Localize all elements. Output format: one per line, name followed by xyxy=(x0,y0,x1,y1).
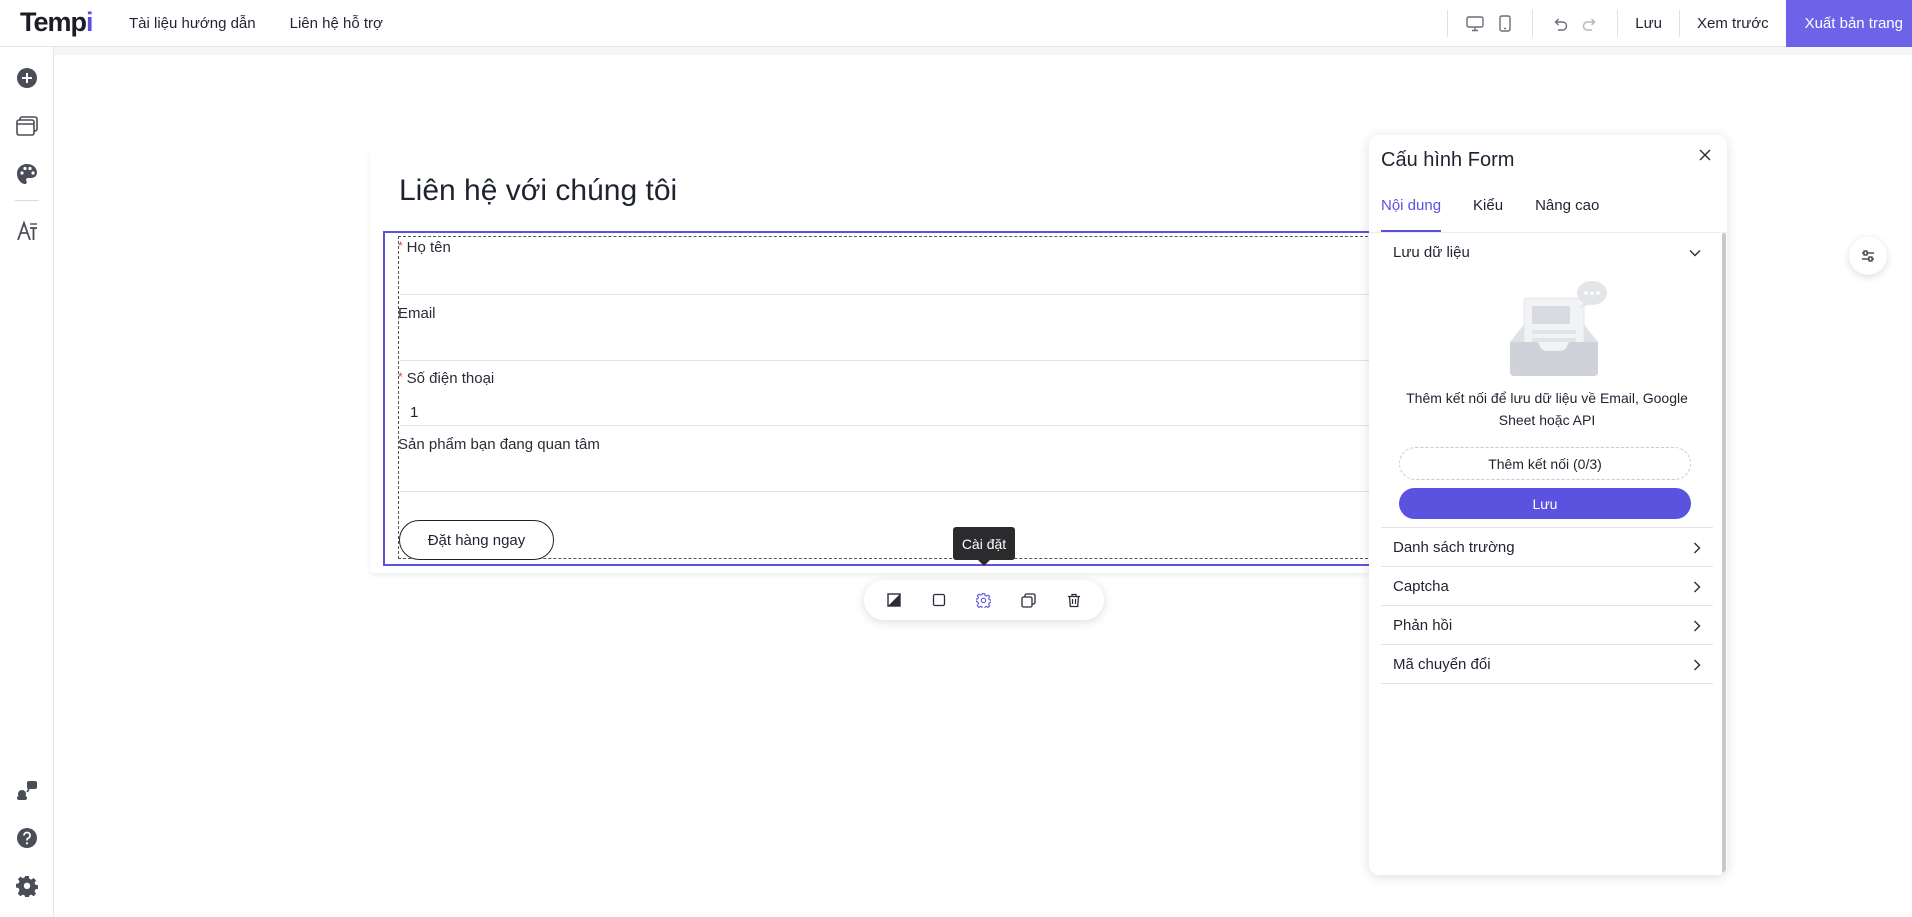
adjust-button[interactable] xyxy=(1849,237,1887,275)
accordion-conversion-code[interactable]: Mã chuyển đổi xyxy=(1381,645,1713,684)
layout-icon xyxy=(16,116,38,136)
logo[interactable]: Tempi xyxy=(20,7,93,38)
panel-scrollbar[interactable] xyxy=(1722,233,1726,873)
accordion-captcha[interactable]: Captcha xyxy=(1381,567,1713,606)
close-icon xyxy=(1699,149,1711,161)
accordion-label: Danh sách trường xyxy=(1393,539,1515,556)
phone-input[interactable]: 1 xyxy=(400,394,1383,426)
gear-icon xyxy=(976,592,992,608)
top-bar: Tempi Tài liệu hướng dẫn Liên hệ hỗ trợ … xyxy=(0,0,1912,47)
docs-link[interactable]: Tài liệu hướng dẫn xyxy=(129,15,256,32)
accordion-save-data[interactable]: Lưu dữ liệu xyxy=(1381,233,1713,272)
desktop-view-button[interactable] xyxy=(1460,9,1490,39)
top-nav: Tài liệu hướng dẫn Liên hệ hỗ trợ xyxy=(129,0,383,47)
duplicate-button[interactable] xyxy=(1016,587,1042,613)
element-toolbar xyxy=(864,580,1104,620)
mobile-icon xyxy=(1499,15,1511,32)
accordion-field-list[interactable]: Danh sách trường xyxy=(1381,528,1713,567)
delete-button[interactable] xyxy=(1061,587,1087,613)
chevron-right-icon xyxy=(1694,542,1701,553)
divider xyxy=(1447,10,1449,37)
tab-content[interactable]: Nội dung xyxy=(1381,197,1442,232)
form-config-panel: Cấu hình Form Nội dung Kiểu Nâng cao Lưu… xyxy=(1369,135,1727,875)
canvas-top xyxy=(54,47,1912,55)
box-icon xyxy=(933,593,946,607)
chevron-right-icon xyxy=(1694,620,1701,631)
chevron-right-icon xyxy=(1694,659,1701,670)
panel-save-button[interactable]: Lưu xyxy=(1399,488,1691,519)
product-input[interactable] xyxy=(400,460,1383,492)
trash-icon xyxy=(1067,593,1080,607)
typography-button[interactable] xyxy=(15,219,39,243)
panel-title: Cấu hình Form xyxy=(1381,149,1515,171)
field-label-name: * Họ tên xyxy=(398,239,451,256)
order-now-button[interactable]: Đặt hàng ngay xyxy=(399,520,554,560)
add-connection-button[interactable]: Thêm kết nối (0/3) xyxy=(1399,447,1691,480)
redo-icon xyxy=(1583,18,1596,31)
tab-style[interactable]: Kiểu xyxy=(1473,197,1503,232)
form-title[interactable]: Liên hệ với chúng tôi xyxy=(399,174,677,208)
accordion-label: Lưu dữ liệu xyxy=(1393,244,1470,261)
top-actions: Lưu Xem trước Xuất bản trang xyxy=(1447,0,1912,47)
empty-inbox-illustration xyxy=(1506,280,1616,385)
typography-icon xyxy=(17,220,37,241)
settings-button[interactable] xyxy=(15,874,39,898)
email-input[interactable] xyxy=(400,329,1383,361)
add-element-button[interactable] xyxy=(15,66,39,90)
help-icon xyxy=(17,828,37,848)
sliders-icon xyxy=(1862,250,1874,262)
style-button[interactable] xyxy=(881,587,907,613)
divider xyxy=(1381,683,1713,684)
panel-tabs: Nội dung Kiểu Nâng cao xyxy=(1381,197,1599,232)
settings-icon xyxy=(16,876,38,897)
tab-advanced[interactable]: Nâng cao xyxy=(1535,197,1599,232)
mobile-view-button[interactable] xyxy=(1490,9,1520,39)
support-link[interactable]: Liên hệ hỗ trợ xyxy=(290,15,383,32)
integrations-icon xyxy=(17,781,37,800)
duplicate-icon xyxy=(1021,592,1036,608)
undo-icon xyxy=(1554,18,1568,31)
help-button[interactable] xyxy=(15,826,39,850)
layout-button[interactable] xyxy=(15,114,39,138)
redo-button[interactable] xyxy=(1575,9,1605,39)
close-button[interactable] xyxy=(1695,145,1715,165)
theme-button[interactable] xyxy=(15,162,39,186)
palette-icon xyxy=(17,164,37,184)
field-label-product: Sản phẩm bạn đang quan tâm xyxy=(398,436,600,453)
divider xyxy=(1532,10,1534,37)
style-icon xyxy=(887,593,902,607)
accordion-label: Mã chuyển đổi xyxy=(1393,656,1491,673)
integrations-button[interactable] xyxy=(15,778,39,802)
preview-button[interactable]: Xem trước xyxy=(1680,0,1786,47)
inbox-illustration-icon xyxy=(1510,281,1607,376)
save-button[interactable]: Lưu xyxy=(1618,0,1679,47)
accordion-response[interactable]: Phản hồi xyxy=(1381,606,1713,645)
accordion-label: Captcha xyxy=(1393,578,1449,595)
publish-button[interactable]: Xuất bản trang xyxy=(1785,0,1912,47)
add-icon xyxy=(17,68,37,88)
chevron-down-icon xyxy=(1689,249,1701,256)
tooltip: Cài đặt xyxy=(953,527,1015,566)
desktop-icon xyxy=(1466,15,1484,31)
field-label-phone: * Số điện thoại xyxy=(398,370,495,387)
name-input[interactable] xyxy=(400,263,1383,295)
undo-button[interactable] xyxy=(1545,9,1575,39)
left-sidebar xyxy=(0,47,54,917)
box-button[interactable] xyxy=(926,587,952,613)
accordion-label: Phản hồi xyxy=(1393,617,1453,634)
settings-toolbar-button[interactable] xyxy=(971,587,997,613)
empty-state-text: Thêm kết nối để lưu dữ liệu về Email, Go… xyxy=(1406,390,1688,428)
sidebar-divider xyxy=(15,200,39,201)
chevron-right-icon xyxy=(1694,581,1701,592)
field-label-email: Email xyxy=(398,305,436,322)
